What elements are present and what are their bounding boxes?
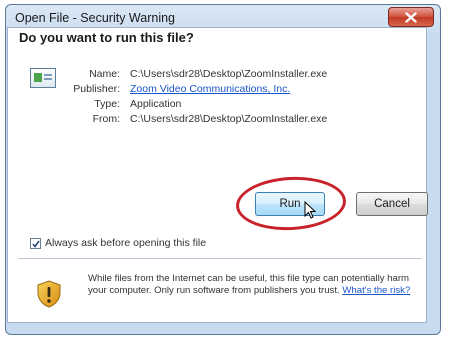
publisher-label: Publisher: xyxy=(73,83,120,95)
publisher-link[interactable]: Zoom Video Communications, Inc. xyxy=(130,83,290,95)
type-label: Type: xyxy=(94,98,120,110)
dialog-heading: Do you want to run this file? xyxy=(19,30,194,45)
checkmark-icon xyxy=(32,240,40,248)
close-icon xyxy=(405,12,417,23)
cancel-button[interactable]: Cancel xyxy=(356,192,428,216)
mouse-cursor-icon xyxy=(304,201,316,219)
always-ask-label: Always ask before opening this file xyxy=(45,237,207,249)
footer-warning-text: While files from the Internet can be use… xyxy=(88,273,428,297)
warning-shield-icon xyxy=(37,280,61,308)
close-button[interactable] xyxy=(388,7,434,27)
application-file-icon xyxy=(30,68,56,88)
whats-the-risk-link[interactable]: What's the risk? xyxy=(342,285,410,296)
name-value: C:\Users\sdr28\Desktop\ZoomInstaller.exe xyxy=(130,68,328,80)
name-label: Name: xyxy=(89,68,120,80)
footer-divider xyxy=(18,258,422,259)
from-label: From: xyxy=(92,113,120,125)
always-ask-checkbox[interactable] xyxy=(30,238,41,249)
type-value: Application xyxy=(130,98,182,110)
from-value: C:\Users\sdr28\Desktop\ZoomInstaller.exe xyxy=(130,113,328,125)
window-title: Open File - Security Warning xyxy=(15,11,176,25)
